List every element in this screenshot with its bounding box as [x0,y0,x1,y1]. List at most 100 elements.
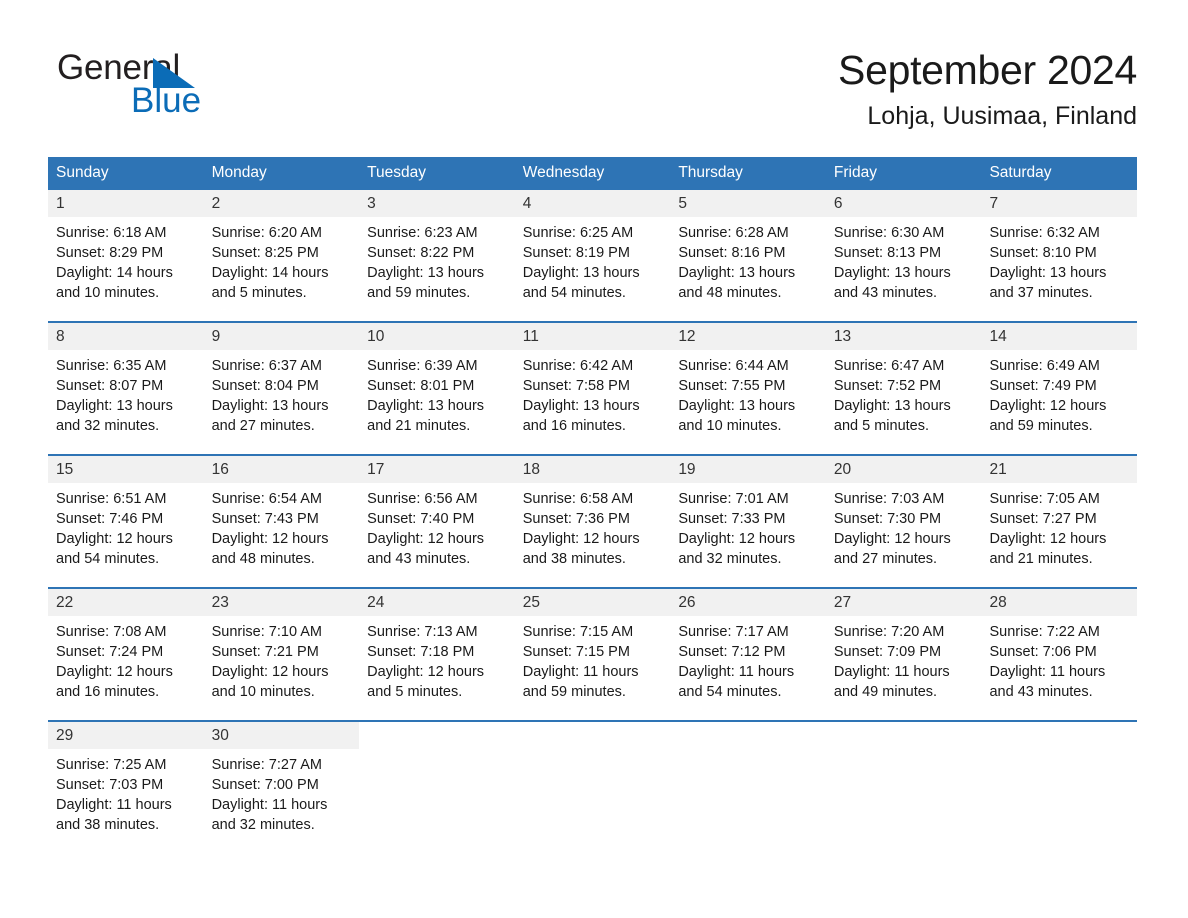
day-cell[interactable]: 11 Sunrise: 6:42 AM Sunset: 7:58 PM Dayl… [514,323,671,454]
daylight-text: Daylight: 12 hours and 59 minutes. [989,398,1107,434]
day-number-band: 5 [670,190,826,217]
day-number-band: 25 [514,589,671,616]
day-info: Sunrise: 7:10 AM Sunset: 7:21 PM Dayligh… [204,616,360,702]
day-cell[interactable]: 2 Sunrise: 6:20 AM Sunset: 8:25 PM Dayli… [203,190,360,321]
day-cell[interactable]: 25 Sunrise: 7:15 AM Sunset: 7:15 PM Dayl… [514,589,671,720]
day-cell[interactable]: 22 Sunrise: 7:08 AM Sunset: 7:24 PM Dayl… [48,589,204,720]
day-number-band: 6 [825,190,982,217]
generalblue-logo[interactable]: General Blue [57,48,317,120]
day-cell[interactable]: 9 Sunrise: 6:37 AM Sunset: 8:04 PM Dayli… [203,323,360,454]
sunset-text: Sunset: 8:01 PM [367,378,475,394]
day-cell[interactable]: 21 Sunrise: 7:05 AM Sunset: 7:27 PM Dayl… [981,456,1138,587]
day-number: 13 [833,328,852,345]
daylight-text: Daylight: 11 hours and 54 minutes. [678,664,795,700]
day-cell[interactable]: 7 Sunrise: 6:32 AM Sunset: 8:10 PM Dayli… [981,190,1138,321]
day-cell[interactable]: 13 Sunrise: 6:47 AM Sunset: 7:52 PM Dayl… [825,323,982,454]
daylight-text: Daylight: 12 hours and 38 minutes. [522,531,640,567]
sunset-text: Sunset: 8:07 PM [56,378,164,394]
day-cell[interactable]: 12 Sunrise: 6:44 AM Sunset: 7:55 PM Dayl… [670,323,826,454]
day-number-band [825,722,982,749]
day-info: Sunrise: 6:35 AM Sunset: 8:07 PM Dayligh… [48,350,204,436]
weekday-header-saturday: Saturday [989,164,1052,181]
day-cell[interactable]: 14 Sunrise: 6:49 AM Sunset: 7:49 PM Dayl… [981,323,1138,454]
day-number-band: 22 [48,589,204,616]
day-number: 22 [56,594,74,611]
logo-text-blue: Blue [131,81,202,120]
sunrise-text: Sunrise: 6:37 AM [211,358,322,374]
daylight-text: Daylight: 13 hours and 21 minutes. [367,398,485,434]
day-cell[interactable]: 3 Sunrise: 6:23 AM Sunset: 8:22 PM Dayli… [359,190,515,321]
sunset-text: Sunset: 7:00 PM [211,777,319,793]
weekday-header-friday: Friday [833,164,877,181]
day-number-band [514,722,671,749]
daylight-text: Daylight: 12 hours and 43 minutes. [367,531,485,567]
day-cell[interactable]: 1 Sunrise: 6:18 AM Sunset: 8:29 PM Dayli… [48,190,204,321]
daylight-text: Daylight: 13 hours and 10 minutes. [678,398,796,434]
day-number-band: 18 [514,456,671,483]
day-cell[interactable]: 17 Sunrise: 6:56 AM Sunset: 7:40 PM Dayl… [359,456,515,587]
day-cell[interactable]: 24 Sunrise: 7:13 AM Sunset: 7:18 PM Dayl… [359,589,515,720]
day-cell[interactable]: 30 Sunrise: 7:27 AM Sunset: 7:00 PM Dayl… [203,722,360,853]
day-number [826,727,834,744]
day-number-band: 26 [670,589,826,616]
sunrise-text: Sunrise: 6:44 AM [678,358,789,374]
daylight-text: Daylight: 12 hours and 48 minutes. [211,531,329,567]
day-number: 8 [56,328,65,345]
day-cell-empty [981,722,1138,853]
day-number [981,727,989,744]
daylight-text: Daylight: 11 hours and 32 minutes. [211,797,328,833]
day-info: Sunrise: 7:27 AM Sunset: 7:00 PM Dayligh… [204,749,360,835]
day-cell[interactable]: 10 Sunrise: 6:39 AM Sunset: 8:01 PM Dayl… [359,323,515,454]
day-cell[interactable]: 6 Sunrise: 6:30 AM Sunset: 8:13 PM Dayli… [825,190,982,321]
sunrise-text: Sunrise: 7:27 AM [211,757,322,773]
sunset-text: Sunset: 7:27 PM [989,511,1097,527]
day-cell[interactable]: 16 Sunrise: 6:54 AM Sunset: 7:43 PM Dayl… [203,456,360,587]
sunset-text: Sunset: 7:40 PM [367,511,475,527]
daylight-text: Daylight: 11 hours and 43 minutes. [989,664,1106,700]
day-info: Sunrise: 6:58 AM Sunset: 7:36 PM Dayligh… [515,483,671,569]
day-info: Sunrise: 6:23 AM Sunset: 8:22 PM Dayligh… [359,217,515,303]
weekday-header-tuesday: Tuesday [367,164,427,181]
day-number: 12 [678,328,696,345]
sunset-text: Sunset: 7:36 PM [522,511,630,527]
day-number: 27 [833,594,852,611]
sunrise-text: Sunrise: 6:30 AM [833,225,945,241]
day-info: Sunrise: 6:20 AM Sunset: 8:25 PM Dayligh… [204,217,360,303]
day-cell[interactable]: 26 Sunrise: 7:17 AM Sunset: 7:12 PM Dayl… [670,589,826,720]
day-cell[interactable]: 28 Sunrise: 7:22 AM Sunset: 7:06 PM Dayl… [981,589,1138,720]
day-cell[interactable]: 19 Sunrise: 7:01 AM Sunset: 7:33 PM Dayl… [670,456,826,587]
day-cell[interactable]: 5 Sunrise: 6:28 AM Sunset: 8:16 PM Dayli… [670,190,826,321]
day-cell-empty [514,722,671,853]
day-number [359,727,367,744]
day-cell[interactable]: 4 Sunrise: 6:25 AM Sunset: 8:19 PM Dayli… [514,190,671,321]
sunset-text: Sunset: 7:24 PM [56,644,164,660]
day-info: Sunrise: 7:01 AM Sunset: 7:33 PM Dayligh… [670,483,826,569]
day-cell[interactable]: 15 Sunrise: 6:51 AM Sunset: 7:46 PM Dayl… [48,456,204,587]
day-info: Sunrise: 6:37 AM Sunset: 8:04 PM Dayligh… [204,350,360,436]
calendar-page: General Blue September 2024 Lohja, Uusim… [0,0,1188,918]
daylight-text: Daylight: 11 hours and 49 minutes. [833,664,950,700]
sunset-text: Sunset: 7:55 PM [678,378,786,394]
day-cell[interactable]: 8 Sunrise: 6:35 AM Sunset: 8:07 PM Dayli… [48,323,204,454]
day-info: Sunrise: 7:17 AM Sunset: 7:12 PM Dayligh… [670,616,826,702]
week-row: 29 Sunrise: 7:25 AM Sunset: 7:03 PM Dayl… [48,720,1138,853]
day-info: Sunrise: 6:49 AM Sunset: 7:49 PM Dayligh… [981,350,1137,436]
sunrise-text: Sunrise: 7:01 AM [678,491,789,507]
title-block: September 2024 Lohja, Uusimaa, Finland [838,46,1137,132]
weekday-header-monday: Monday [211,164,267,181]
day-number-band: 15 [48,456,204,483]
day-info: Sunrise: 6:56 AM Sunset: 7:40 PM Dayligh… [359,483,515,569]
day-cell[interactable]: 18 Sunrise: 6:58 AM Sunset: 7:36 PM Dayl… [514,456,671,587]
sunrise-text: Sunrise: 6:18 AM [56,225,167,241]
daylight-text: Daylight: 12 hours and 32 minutes. [678,531,796,567]
day-cell-empty [825,722,982,853]
daylight-text: Daylight: 13 hours and 54 minutes. [522,265,640,301]
day-number-band: 14 [981,323,1138,350]
day-cell[interactable]: 29 Sunrise: 7:25 AM Sunset: 7:03 PM Dayl… [48,722,204,853]
day-cell[interactable]: 20 Sunrise: 7:03 AM Sunset: 7:30 PM Dayl… [825,456,982,587]
day-number-band: 19 [670,456,826,483]
day-cell[interactable]: 23 Sunrise: 7:10 AM Sunset: 7:21 PM Dayl… [203,589,360,720]
day-cell[interactable]: 27 Sunrise: 7:20 AM Sunset: 7:09 PM Dayl… [825,589,982,720]
week-row: 15 Sunrise: 6:51 AM Sunset: 7:46 PM Dayl… [48,454,1138,587]
daylight-text: Daylight: 13 hours and 37 minutes. [989,265,1107,301]
